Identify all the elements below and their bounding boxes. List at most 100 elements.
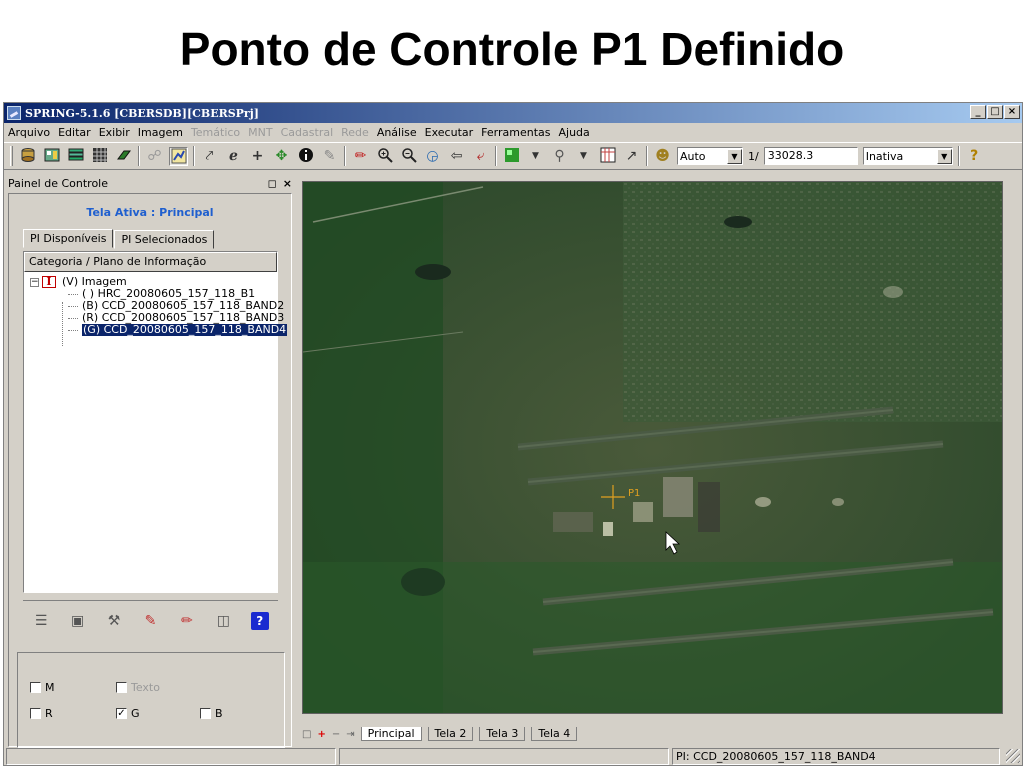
scale-mode-select[interactable]: Auto ▼	[677, 147, 743, 165]
chevron-down-icon[interactable]: ▼	[727, 148, 742, 164]
zoom-area-icon[interactable]: ◶	[423, 147, 442, 166]
menu-cadastral[interactable]: Cadastral	[281, 126, 334, 139]
add-screen-icon[interactable]: +	[317, 729, 325, 740]
checkbox-b-box[interactable]	[200, 708, 211, 719]
float-panel-icon[interactable]: ◻	[268, 177, 277, 190]
database-icon[interactable]	[18, 147, 37, 166]
toolbar-separator	[344, 146, 346, 166]
menu-tematico[interactable]: Temático	[191, 126, 240, 139]
help-icon[interactable]: ?	[250, 611, 269, 630]
info-icon[interactable]	[296, 147, 315, 166]
first-page-icon[interactable]: □	[302, 729, 311, 740]
toolbar-separator	[193, 146, 195, 166]
help-pointer-icon[interactable]: ?	[965, 147, 984, 166]
checkbox-m-label: M	[45, 681, 55, 694]
checkbox-g[interactable]: ✓ G	[116, 707, 140, 720]
link-icon[interactable]: ☍	[145, 147, 164, 166]
insert-icon[interactable]: ℯ	[224, 147, 243, 166]
tab-principal[interactable]: Principal	[360, 727, 422, 741]
menu-executar[interactable]: Executar	[425, 126, 474, 139]
menu-analise[interactable]: Análise	[377, 126, 417, 139]
checkbox-texto-label: Texto	[131, 681, 160, 694]
menu-imagem[interactable]: Imagem	[138, 126, 183, 139]
redraw-icon[interactable]: ⤶	[471, 147, 490, 166]
list-icon[interactable]: ☰	[32, 612, 50, 630]
mode-value: Inativa	[865, 149, 904, 163]
window-titlebar[interactable]: SPRING-5.1.6 [CBERSDB][CBERSPrj] _ □ ×	[4, 103, 1022, 123]
tab-tela-4[interactable]: Tela 4	[531, 727, 578, 741]
spring-window: SPRING-5.1.6 [CBERSDB][CBERSPrj] _ □ × A…	[3, 102, 1023, 766]
measure-icon[interactable]: ✎	[320, 147, 339, 166]
checkbox-b[interactable]: B	[200, 707, 223, 720]
properties-icon[interactable]: ▣	[69, 612, 87, 630]
menu-ferramentas[interactable]: Ferramentas	[481, 126, 550, 139]
palette-icon[interactable]: ☻	[653, 147, 672, 166]
project-icon[interactable]	[42, 147, 61, 166]
add-icon[interactable]: +	[248, 147, 267, 166]
menu-editar[interactable]: Editar	[58, 126, 91, 139]
last-page-icon[interactable]: ⇥	[346, 729, 354, 740]
grid-icon[interactable]	[90, 147, 109, 166]
checkbox-texto-box[interactable]	[116, 682, 127, 693]
zoom-in-icon[interactable]	[375, 147, 394, 166]
pointer-icon[interactable]: ⤤	[200, 147, 219, 166]
channel-checkboxes: M Texto R ✓ G B	[17, 652, 285, 748]
pencil-icon[interactable]: ✏	[178, 612, 196, 630]
control-point-icon[interactable]	[169, 146, 188, 166]
zoom-out-icon[interactable]	[399, 147, 418, 166]
tab-pi-selecionados[interactable]: PI Selecionados	[114, 230, 215, 249]
eraser-icon[interactable]	[114, 147, 133, 166]
pencil-icon[interactable]: ✏	[351, 147, 370, 166]
menu-rede[interactable]: Rede	[341, 126, 369, 139]
tree-header[interactable]: Categoria / Plano de Informação	[24, 252, 277, 272]
tools-icon[interactable]: ⚒	[105, 612, 123, 630]
layer-item-selected[interactable]: (G) CCD_20080605_157_118_BAND4	[30, 324, 288, 336]
toolbar-grip[interactable]	[10, 146, 13, 166]
menu-ajuda[interactable]: Ajuda	[559, 126, 590, 139]
dropdown-arrow-icon[interactable]: ▼	[526, 147, 545, 166]
menu-mnt[interactable]: MNT	[248, 126, 272, 139]
close-button[interactable]: ×	[1004, 105, 1020, 119]
table-icon[interactable]	[598, 147, 617, 166]
map-canvas[interactable]: P1	[302, 181, 1003, 714]
panel-layout-icon[interactable]: ◫	[214, 612, 232, 630]
checkbox-g-label: G	[131, 707, 140, 720]
maximize-button[interactable]: □	[987, 105, 1003, 119]
minimize-button[interactable]: _	[970, 105, 986, 119]
tree-content: − I (V) Imagem ( ) HRC_20080605_157_118_…	[24, 272, 288, 346]
remove-screen-icon[interactable]: −	[332, 729, 340, 740]
panel-tool-row: ☰ ▣ ⚒ ✎ ✏ ◫ ?	[23, 600, 278, 640]
back-arrow-icon[interactable]: ⇦	[447, 147, 466, 166]
checkbox-r[interactable]: R	[30, 707, 53, 720]
close-panel-icon[interactable]: ×	[283, 177, 292, 190]
resize-grip[interactable]	[1006, 749, 1020, 763]
checkbox-g-box[interactable]: ✓	[116, 708, 127, 719]
zoom-scale-icon[interactable]: ⚲	[550, 147, 569, 166]
checkbox-texto[interactable]: Texto	[116, 681, 160, 694]
collapse-icon[interactable]: −	[30, 277, 39, 287]
menu-exibir[interactable]: Exibir	[99, 126, 130, 139]
cursor-plus-icon[interactable]: ↗	[622, 147, 641, 166]
slide-title: Ponto de Controle P1 Definido	[179, 23, 845, 75]
scale-input[interactable]: 33028.3	[763, 147, 858, 165]
checkbox-r-box[interactable]	[30, 708, 41, 719]
checkbox-m-box[interactable]	[30, 682, 41, 693]
color-composite-icon[interactable]	[502, 147, 521, 166]
tab-pi-disponiveis[interactable]: PI Disponíveis	[23, 229, 114, 248]
tab-tela-3[interactable]: Tela 3	[479, 727, 526, 741]
chevron-down-icon[interactable]: ▼	[936, 148, 952, 164]
status-cell-middle	[339, 747, 669, 765]
checkbox-m[interactable]: M	[30, 681, 55, 694]
mode-select[interactable]: Inativa ▼	[862, 147, 953, 165]
scale-prefix: 1/	[748, 149, 759, 163]
tab-tela-2[interactable]: Tela 2	[427, 727, 474, 741]
pan-icon[interactable]: ✥	[272, 147, 291, 166]
panel-tabs: PI Disponíveis PI Selecionados	[23, 229, 215, 249]
status-bar: PI: CCD_20080605_157_118_BAND4	[4, 746, 1022, 765]
menu-arquivo[interactable]: Arquivo	[8, 126, 50, 139]
edit-icon[interactable]: ✎	[141, 612, 159, 630]
window-title: SPRING-5.1.6 [CBERSDB][CBERSPrj]	[25, 106, 259, 120]
layers-icon[interactable]	[66, 147, 85, 166]
dropdown-arrow-icon[interactable]: ▼	[574, 147, 593, 166]
control-panel: Painel de Controle ◻ × Tela Ativa : Prin…	[4, 175, 296, 748]
